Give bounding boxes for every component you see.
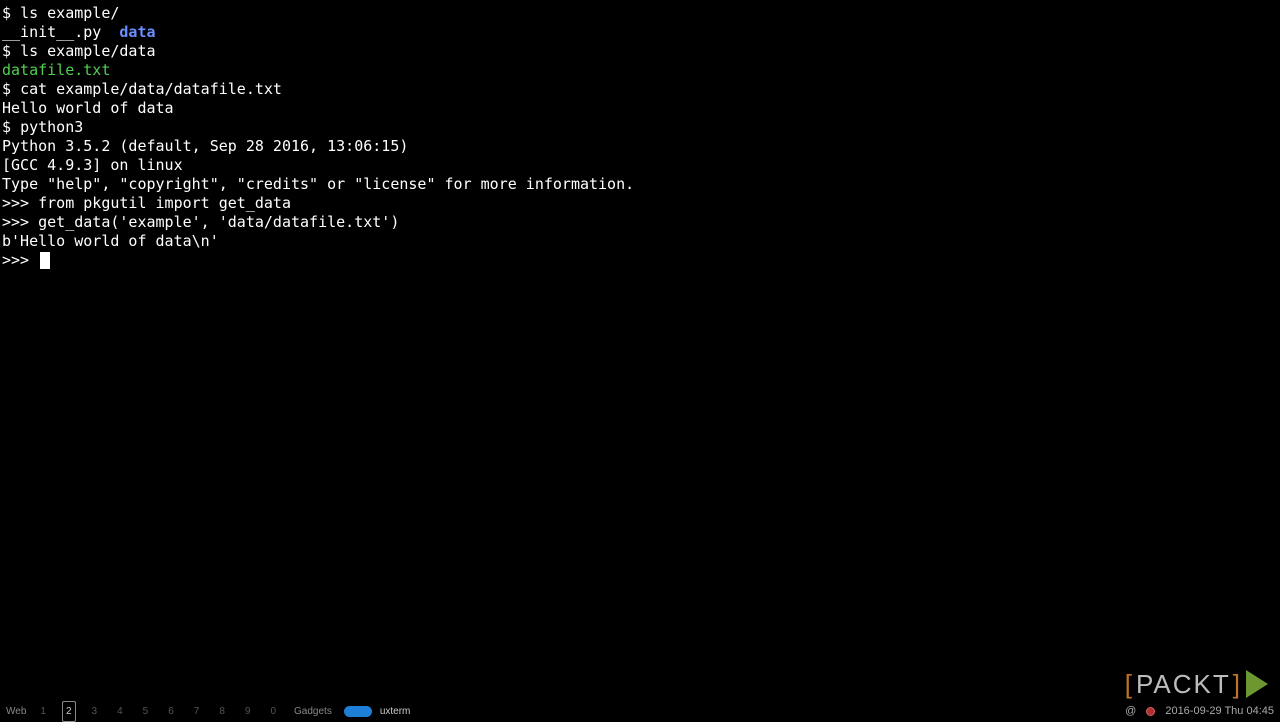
python-prompt: >>>: [2, 213, 38, 231]
terminal-line: >>>: [2, 251, 1278, 270]
shell-command: python3: [20, 118, 83, 136]
ls-item: data: [119, 23, 155, 41]
task-name: uxterm: [380, 702, 411, 721]
taskbar-task-uxterm[interactable]: uxterm: [344, 702, 411, 721]
shell-prompt: $: [2, 4, 20, 22]
ls-item: [101, 23, 119, 41]
terminal-line: [GCC 4.9.3] on linux: [2, 156, 1278, 175]
python-command: get_data('example', 'data/datafile.txt'): [38, 213, 399, 231]
play-icon: [1246, 670, 1268, 698]
workspace-3[interactable]: 3: [88, 701, 102, 722]
terminal-line: $ ls example/data: [2, 42, 1278, 61]
terminal-line: Python 3.5.2 (default, Sep 28 2016, 13:0…: [2, 137, 1278, 156]
task-indicator-pill: [344, 706, 372, 717]
packt-bracket-open: [: [1125, 675, 1134, 694]
ls-item: __init__.py: [2, 23, 101, 41]
terminal-line: Type "help", "copyright", "credits" or "…: [2, 175, 1278, 194]
shell-prompt: $: [2, 42, 20, 60]
python-command: from pkgutil import get_data: [38, 194, 291, 212]
packt-bracket-close: ]: [1233, 675, 1242, 694]
shell-command: ls example/data: [20, 42, 155, 60]
packt-text: PACKT: [1136, 675, 1231, 694]
system-tray: @ 2016-09-29 Thu 04:45: [1125, 702, 1274, 721]
terminal-line: Hello world of data: [2, 99, 1278, 118]
terminal-line: >>> from pkgutil import get_data: [2, 194, 1278, 213]
terminal-line: __init__.py data: [2, 23, 1278, 42]
terminal-line: datafile.txt: [2, 61, 1278, 80]
terminal-line: >>> get_data('example', 'data/datafile.t…: [2, 213, 1278, 232]
shell-command: cat example/data/datafile.txt: [20, 80, 282, 98]
tray-at-icon[interactable]: @: [1125, 702, 1136, 721]
workspace-9[interactable]: 9: [241, 701, 255, 722]
terminal-line: $ ls example/: [2, 4, 1278, 23]
taskbar: Web 1234567890 Gadgets uxterm @ 2016-09-…: [0, 702, 1280, 720]
workspace-2[interactable]: 2: [62, 701, 76, 722]
workspace-8[interactable]: 8: [215, 701, 229, 722]
workspace-1[interactable]: 1: [36, 701, 50, 722]
terminal-line: $ cat example/data/datafile.txt: [2, 80, 1278, 99]
record-icon[interactable]: [1146, 707, 1155, 716]
shell-prompt: $: [2, 118, 20, 136]
shell-command: ls example/: [20, 4, 119, 22]
cursor-icon: [40, 252, 50, 269]
terminal-line: b'Hello world of data\n': [2, 232, 1278, 251]
workspace-list: 1234567890: [36, 701, 280, 722]
workspace-5[interactable]: 5: [139, 701, 153, 722]
terminal-line: $ python3: [2, 118, 1278, 137]
packt-watermark: [ PACKT ]: [1125, 670, 1268, 698]
workspace-7[interactable]: 7: [190, 701, 204, 722]
taskbar-web-label[interactable]: Web: [6, 702, 26, 721]
workspace-4[interactable]: 4: [113, 701, 127, 722]
ls-item: datafile.txt: [2, 61, 110, 79]
python-prompt: >>>: [2, 194, 38, 212]
workspace-6[interactable]: 6: [164, 701, 178, 722]
tray-datetime: 2016-09-29 Thu 04:45: [1165, 702, 1274, 721]
terminal-output[interactable]: $ ls example/__init__.py data$ ls exampl…: [0, 0, 1280, 274]
python-prompt: >>>: [2, 251, 38, 269]
shell-prompt: $: [2, 80, 20, 98]
workspace-0[interactable]: 0: [266, 701, 280, 722]
taskbar-gadgets-label[interactable]: Gadgets: [294, 702, 332, 721]
